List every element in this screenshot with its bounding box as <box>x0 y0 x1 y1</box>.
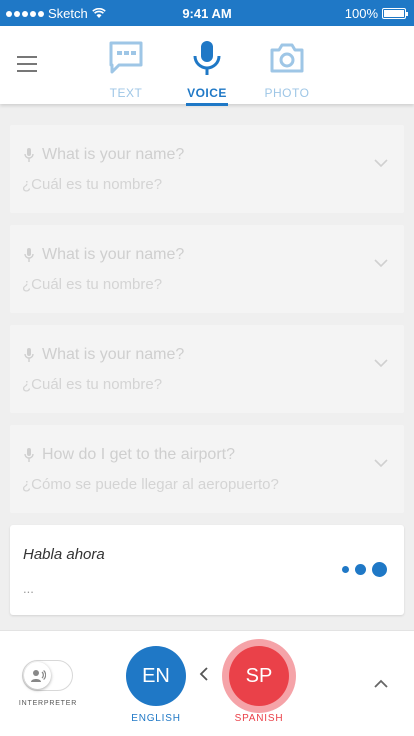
target-language-code: SP <box>245 664 273 687</box>
conversation-card[interactable]: What is your name? ¿Cuál es tu nombre? <box>10 225 404 313</box>
chevron-up-icon[interactable] <box>373 678 389 688</box>
chevron-down-icon[interactable] <box>374 159 388 168</box>
card-question: What is your name? <box>24 246 184 264</box>
microphone-icon <box>24 148 34 162</box>
tab-voice[interactable]: VOICE <box>172 38 242 106</box>
chevron-down-icon[interactable] <box>374 359 388 368</box>
chevron-down-icon[interactable] <box>374 459 388 468</box>
card-question: What is your name? <box>24 346 184 364</box>
source-language-code: EN <box>142 664 170 687</box>
question-text: What is your name? <box>42 346 185 363</box>
tab-photo[interactable]: PHOTO <box>252 38 322 100</box>
status-bar: Sketch 9:41 AM 100% <box>0 0 414 26</box>
microphone-icon <box>24 448 34 462</box>
listening-card: Habla ahora ... <box>10 525 404 615</box>
chevron-down-icon[interactable] <box>374 259 388 268</box>
microphone-icon <box>24 348 34 362</box>
translation-text: ¿Cómo se puede llegar al aeropuerto? <box>22 476 279 493</box>
target-language-label: SPANISH <box>234 713 284 724</box>
card-question: What is your name? <box>24 146 184 164</box>
tab-text[interactable]: TEXT <box>91 38 161 100</box>
translation-text: ¿Cuál es tu nombre? <box>22 276 163 293</box>
tab-text-label: TEXT <box>109 86 143 100</box>
interpreter-toggle[interactable] <box>22 660 73 691</box>
source-language-button[interactable]: EN <box>126 646 186 706</box>
tab-photo-label: PHOTO <box>264 86 310 100</box>
interpreter-label: INTERPRETER <box>18 700 78 707</box>
speaker-person-icon <box>30 669 46 682</box>
question-text: How do I get to the airport? <box>42 446 235 463</box>
toggle-knob <box>24 662 51 689</box>
battery-icon <box>382 8 408 19</box>
keyboard-icon <box>109 41 143 74</box>
translation-text: ¿Cuál es tu nombre? <box>22 176 163 193</box>
battery-status: 100% <box>344 6 408 21</box>
question-text: What is your name? <box>42 246 185 263</box>
target-language-button[interactable]: SP <box>229 646 289 706</box>
listening-indicator <box>342 562 387 577</box>
top-navigation: TEXT VOICE PHOTO <box>0 26 414 106</box>
question-text: What is your name? <box>42 146 185 163</box>
tab-voice-label: VOICE <box>187 86 227 100</box>
microphone-icon <box>24 248 34 262</box>
camera-icon <box>270 43 304 73</box>
battery-percent: 100% <box>344 6 378 21</box>
conversation-card[interactable]: How do I get to the airport? ¿Cómo se pu… <box>10 425 404 513</box>
listening-prompt: Habla ahora <box>23 546 105 563</box>
listening-transcript: ... <box>23 581 34 596</box>
source-language-label: ENGLISH <box>131 713 181 724</box>
card-question: How do I get to the airport? <box>24 446 235 464</box>
conversation-card[interactable]: What is your name? ¿Cuál es tu nombre? <box>10 325 404 413</box>
menu-icon[interactable] <box>17 56 37 72</box>
language-bar: INTERPRETER EN ENGLISH SP SPANISH <box>0 630 414 736</box>
active-tab-indicator <box>186 103 228 106</box>
microphone-icon <box>193 41 221 75</box>
translation-text: ¿Cuál es tu nombre? <box>22 376 163 393</box>
conversation-card[interactable]: What is your name? ¿Cuál es tu nombre? <box>10 125 404 213</box>
chevron-left-icon[interactable] <box>199 667 209 681</box>
